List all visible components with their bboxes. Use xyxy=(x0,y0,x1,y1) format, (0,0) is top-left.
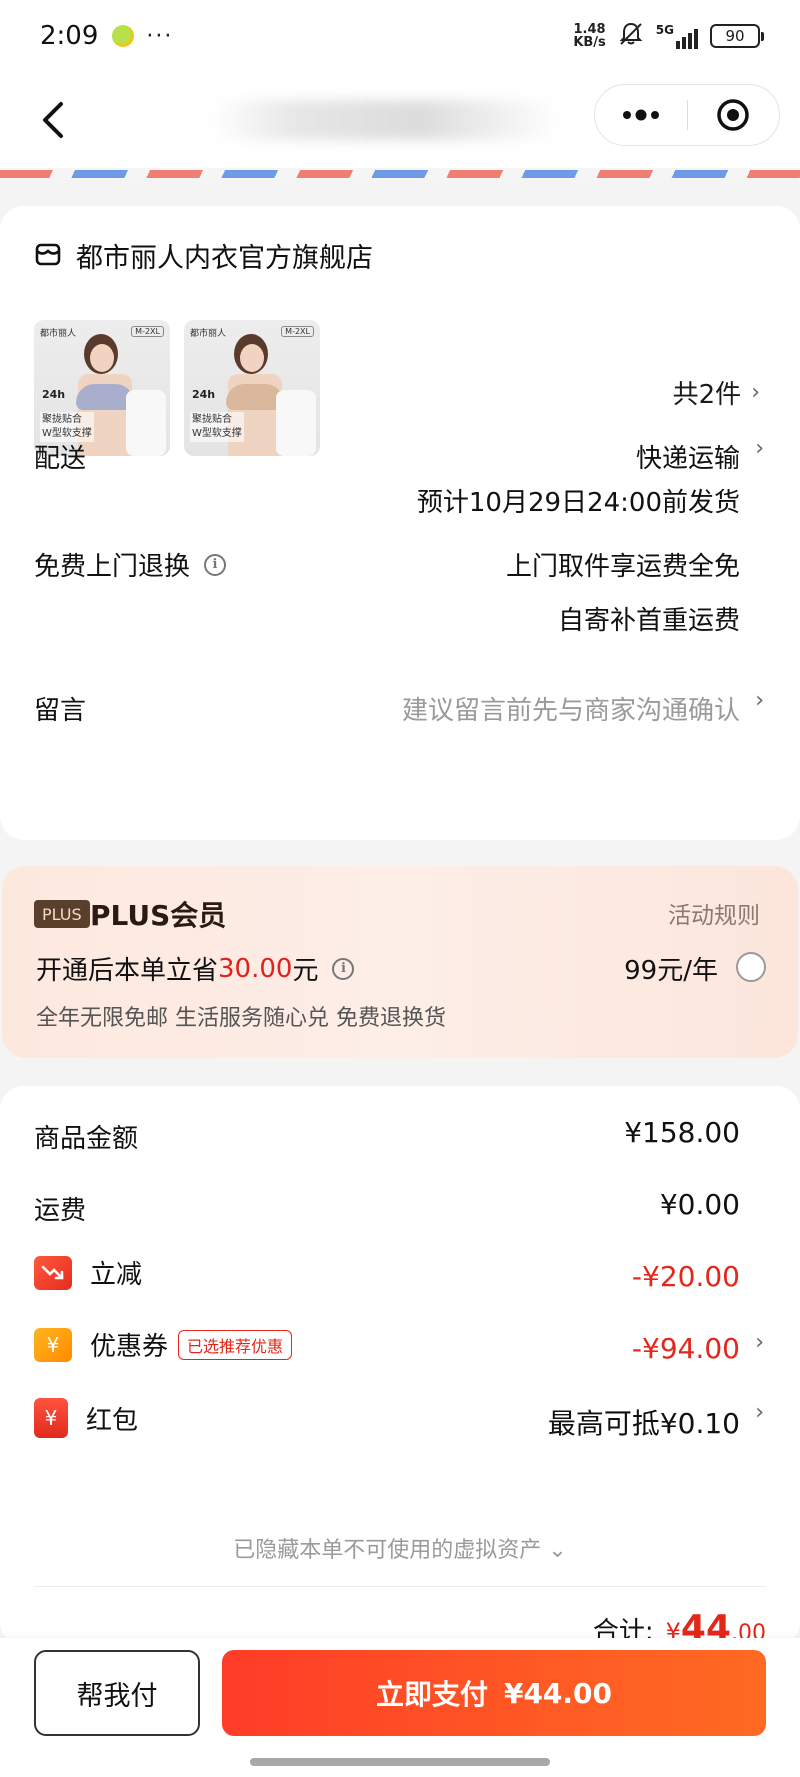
product-thumbnail[interactable]: 都市丽人 M-2XL 24h 聚拢贴合 W型软支撑 xyxy=(184,320,320,456)
discount-value: -¥20.00 xyxy=(631,1260,740,1293)
plus-badge: PLUS xyxy=(34,900,90,928)
product-thumbnail[interactable]: 都市丽人 M-2XL 24h 聚拢贴合 W型软支撑 xyxy=(34,320,170,456)
divider xyxy=(34,1586,766,1587)
redpacket-value[interactable]: 最高可抵¥0.10 xyxy=(548,1402,740,1442)
brand-logo-text: 都市丽人 xyxy=(190,329,227,339)
price-summary-card: 商品金额 ¥158.00 运费 ¥0.00 立减 -¥20.00 ¥ 优惠券 已… xyxy=(0,1086,800,1649)
order-card: 都市丽人内衣官方旗舰店 都市丽人 M-2XL 24h 聚拢贴合 W型软支撑 都市… xyxy=(0,206,800,840)
chevron-right-icon[interactable]: › xyxy=(755,1330,764,1355)
shop-row[interactable]: 都市丽人内衣官方旗舰店 xyxy=(34,236,373,275)
coupon-row[interactable]: ¥ 优惠券 已选推荐优惠 xyxy=(34,1326,293,1363)
message-label: 留言 xyxy=(34,696,87,726)
chevron-left-icon xyxy=(43,102,63,138)
delivery-eta: 预计10月29日24:00前发货 xyxy=(416,488,740,518)
more-button[interactable] xyxy=(595,85,687,145)
chevron-right-icon[interactable]: › xyxy=(755,1400,764,1425)
badge-24h: 24h xyxy=(192,388,216,401)
bell-muted-icon xyxy=(618,21,644,51)
return-line-1: 上门取件享运费全免 xyxy=(505,552,740,582)
status-time: 2:09 xyxy=(40,21,99,51)
goods-amount-label: 商品金额 xyxy=(34,1124,139,1154)
battery-icon: 90 xyxy=(710,24,764,48)
plus-membership-card: PLUS PLUS会员 活动规则 开通后本单立省 30.00 元 i 99元/年… xyxy=(2,866,798,1058)
miniapp-capsule xyxy=(594,84,780,146)
recommended-tag: 已选推荐优惠 xyxy=(178,1329,293,1360)
chevron-right-icon: › xyxy=(751,380,760,405)
item-count-link[interactable]: 共2件 › xyxy=(673,374,760,411)
hidden-assets-text: 已隐藏本单不可使用的虚拟资产 xyxy=(233,1538,542,1563)
shop-icon xyxy=(34,240,62,272)
caption-line-2: W型软支撑 xyxy=(192,428,242,439)
product-caption: 聚拢贴合 W型软支撑 xyxy=(190,412,244,442)
size-tag: M-2XL xyxy=(131,326,164,337)
home-indicator[interactable] xyxy=(250,1758,550,1766)
network-speed-unit: KB/s xyxy=(573,35,606,50)
plus-price: 99元/年 xyxy=(624,956,718,986)
savings-amount: 30.00 xyxy=(218,953,293,984)
info-icon[interactable]: i xyxy=(204,553,227,576)
savings-prefix: 开通后本单立省 xyxy=(36,956,219,986)
message-input[interactable]: 建议留言前先与商家沟通确认 xyxy=(402,690,740,727)
hidden-assets-toggle[interactable]: 已隐藏本单不可使用的虚拟资产 ⌄ xyxy=(0,1532,800,1564)
network-speed: 1.48 KB/s xyxy=(573,23,605,49)
savings-suffix: 元 xyxy=(292,956,319,986)
pay-now-amount: ¥44.00 xyxy=(503,1676,613,1710)
more-dots-icon xyxy=(622,109,659,121)
return-line-2: 自寄补首重运费 xyxy=(557,606,740,636)
chevron-right-icon[interactable]: › xyxy=(755,436,764,461)
delivery-method[interactable]: 快递运输 xyxy=(636,438,740,475)
delivery-label: 配送 xyxy=(34,444,87,474)
more-notifications-icon: ··· xyxy=(146,23,174,49)
caption-line-1: 聚拢贴合 xyxy=(192,414,232,425)
chevron-right-icon[interactable]: › xyxy=(755,688,764,713)
coupon-yen-icon: ¥ xyxy=(34,1327,72,1362)
goods-amount-value: ¥158.00 xyxy=(624,1116,740,1149)
bottom-action-bar: 帮我付 立即支付 ¥44.00 xyxy=(0,1638,800,1777)
badge-24h: 24h xyxy=(42,388,66,401)
page-title-blurred xyxy=(210,100,560,140)
pay-now-button[interactable]: 立即支付 ¥44.00 xyxy=(222,1650,766,1736)
redpacket-label: 红包 xyxy=(86,1405,139,1436)
help-me-pay-button[interactable]: 帮我付 xyxy=(34,1650,200,1736)
discount-row: 立减 xyxy=(34,1254,142,1291)
close-miniapp-button[interactable] xyxy=(688,85,780,145)
nav-bar xyxy=(0,72,800,168)
free-return-label: 免费上门退换 xyxy=(34,552,191,582)
redpacket-row[interactable]: ¥ 红包 xyxy=(34,1398,138,1438)
coupon-value[interactable]: -¥94.00 xyxy=(632,1332,740,1365)
brand-logo-text: 都市丽人 xyxy=(40,329,77,339)
signal-icon: 5G xyxy=(656,23,698,49)
status-bar: 2:09 ··· 1.48 KB/s 5G 90 xyxy=(0,0,800,72)
plus-benefits: 全年无限免邮 生活服务随心兑 免费退换货 xyxy=(36,1006,446,1031)
shipping-value: ¥0.00 xyxy=(659,1188,740,1221)
activity-rules-link[interactable]: 活动规则 xyxy=(668,896,760,930)
item-count: 共2件 xyxy=(672,380,742,410)
target-circle-icon xyxy=(717,99,749,131)
plus-select-radio[interactable] xyxy=(736,952,766,982)
back-button[interactable] xyxy=(24,92,80,148)
caption-line-1: 聚拢贴合 xyxy=(42,414,82,425)
address-stripe-decoration xyxy=(0,168,800,180)
shop-name: 都市丽人内衣官方旗舰店 xyxy=(76,243,373,274)
size-tag: M-2XL xyxy=(281,326,314,337)
free-return-row: 免费上门退换 i xyxy=(34,546,227,583)
info-icon[interactable]: i xyxy=(332,957,355,980)
status-indicators: 1.48 KB/s 5G 90 xyxy=(573,21,764,51)
product-thumbnails[interactable]: 都市丽人 M-2XL 24h 聚拢贴合 W型软支撑 都市丽人 M-2XL 24h… xyxy=(34,320,320,456)
red-packet-icon: ¥ xyxy=(34,1398,68,1438)
coupon-label: 优惠券 xyxy=(90,1332,169,1362)
trend-down-icon xyxy=(34,1255,72,1290)
plus-savings: 开通后本单立省 30.00 元 i xyxy=(36,950,355,987)
chevron-down-icon: ⌄ xyxy=(548,1538,567,1563)
discount-label: 立减 xyxy=(90,1260,143,1290)
plus-title: PLUS会员 xyxy=(90,899,227,932)
pay-now-label: 立即支付 xyxy=(375,1678,488,1711)
app-notification-icon xyxy=(112,25,135,47)
shipping-label: 运费 xyxy=(34,1196,87,1226)
signal-label: 5G xyxy=(655,23,674,37)
